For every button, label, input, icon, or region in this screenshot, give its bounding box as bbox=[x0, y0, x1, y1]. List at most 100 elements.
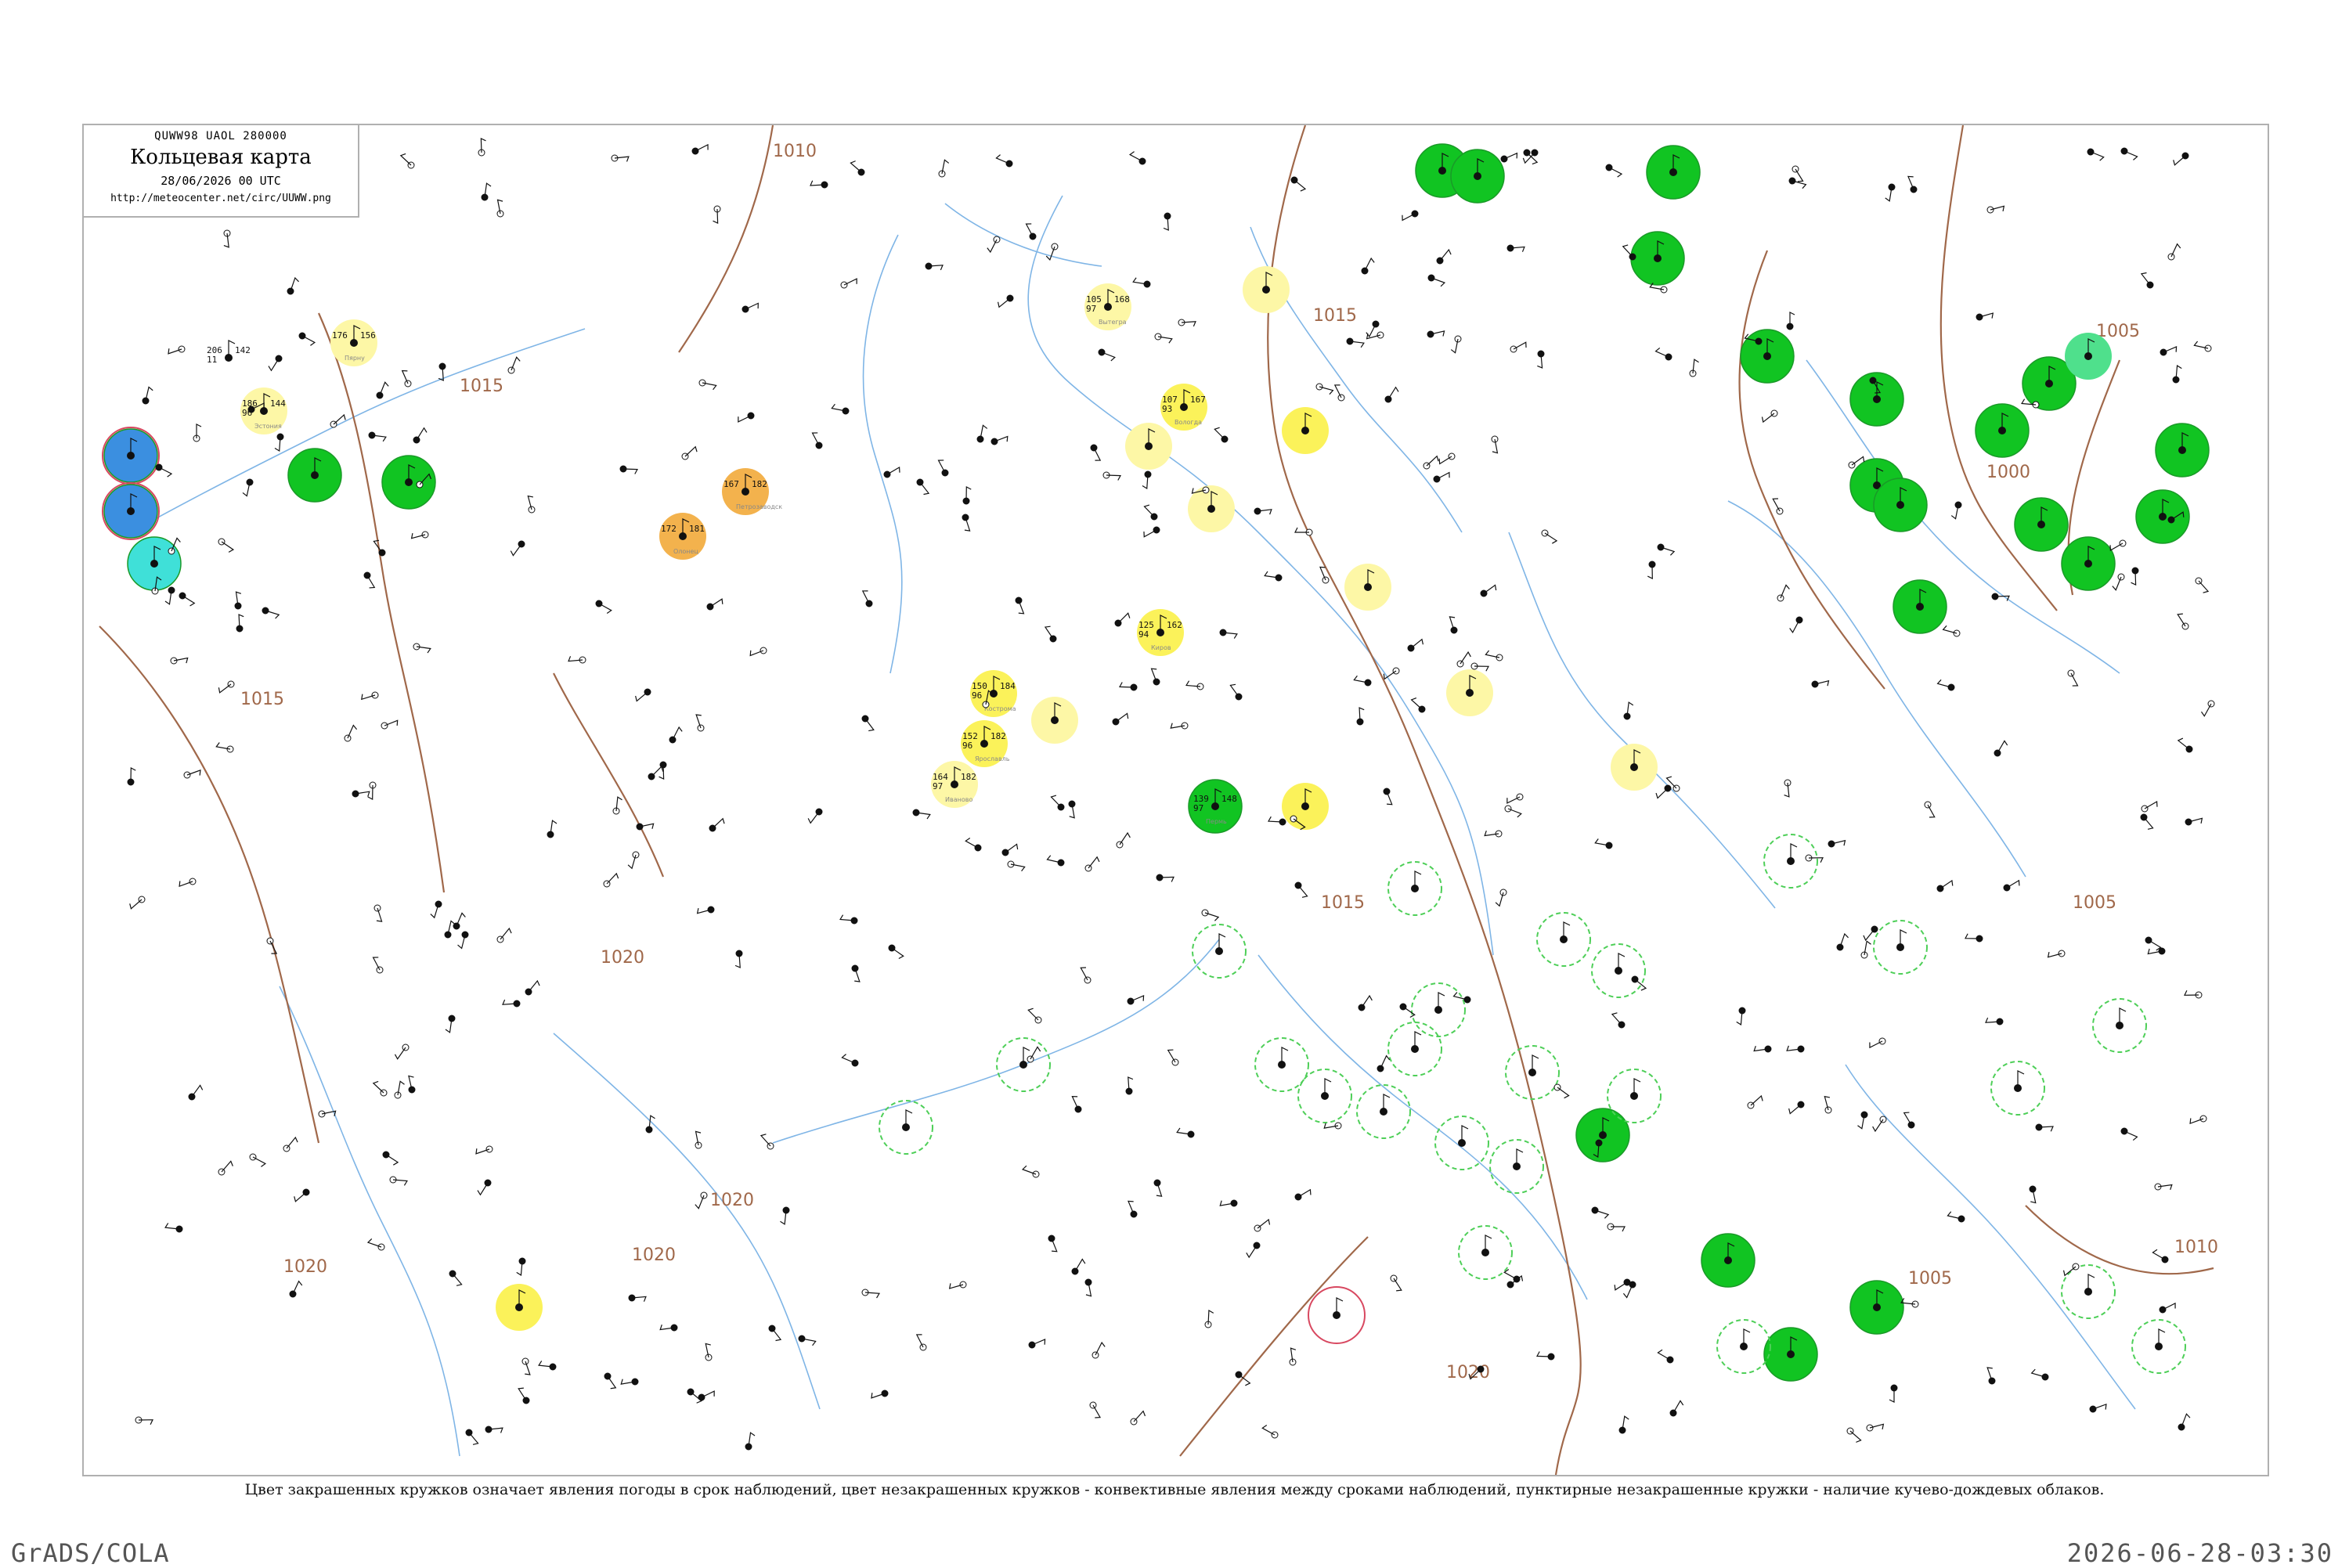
minor-station[interactable] bbox=[1857, 1111, 1868, 1130]
minor-station[interactable] bbox=[1028, 1339, 1047, 1350]
minor-station[interactable] bbox=[1436, 248, 1452, 265]
minor-station[interactable] bbox=[1407, 638, 1425, 652]
station-model[interactable]: 15296182Ярославль bbox=[961, 720, 1010, 767]
minor-station[interactable] bbox=[1084, 856, 1101, 872]
minor-station[interactable] bbox=[373, 539, 386, 557]
minor-station[interactable] bbox=[1836, 932, 1849, 951]
minor-station[interactable] bbox=[465, 1429, 479, 1447]
minor-station[interactable] bbox=[780, 1206, 790, 1225]
station-model[interactable] bbox=[879, 1100, 933, 1155]
minor-station[interactable] bbox=[841, 1053, 859, 1067]
minor-station[interactable] bbox=[401, 369, 413, 387]
minor-station[interactable] bbox=[1777, 584, 1791, 602]
minor-station[interactable] bbox=[234, 591, 243, 610]
minor-station[interactable] bbox=[1657, 543, 1676, 556]
minor-station[interactable] bbox=[1510, 341, 1528, 353]
minor-station[interactable] bbox=[1772, 496, 1784, 515]
station-model[interactable] bbox=[1434, 1116, 1489, 1170]
minor-station[interactable] bbox=[1128, 150, 1146, 165]
minor-station[interactable] bbox=[810, 180, 828, 189]
minor-station[interactable] bbox=[2108, 539, 2127, 552]
minor-station[interactable] bbox=[1433, 471, 1452, 484]
minor-station[interactable] bbox=[283, 1136, 299, 1152]
minor-station[interactable] bbox=[976, 424, 988, 443]
minor-station[interactable] bbox=[1452, 992, 1471, 1004]
minor-station[interactable] bbox=[1936, 879, 1954, 892]
minor-station[interactable] bbox=[798, 1335, 817, 1346]
station-model[interactable] bbox=[1489, 1139, 1544, 1194]
minor-station[interactable] bbox=[1553, 1083, 1570, 1099]
minor-station[interactable] bbox=[1130, 1410, 1147, 1426]
minor-station[interactable] bbox=[1753, 1044, 1772, 1053]
minor-station[interactable] bbox=[1788, 177, 1807, 189]
minor-station[interactable] bbox=[367, 781, 377, 800]
station-model[interactable] bbox=[2065, 333, 2112, 380]
station-model[interactable] bbox=[287, 448, 342, 503]
minor-station[interactable] bbox=[636, 823, 655, 831]
minor-station[interactable] bbox=[2030, 1368, 2049, 1381]
minor-station[interactable] bbox=[736, 412, 755, 423]
minor-station[interactable] bbox=[1786, 312, 1795, 330]
minor-station[interactable] bbox=[128, 896, 146, 910]
minor-station[interactable] bbox=[1456, 651, 1472, 668]
station-model[interactable] bbox=[2155, 423, 2210, 478]
minor-station[interactable] bbox=[2193, 341, 2212, 352]
minor-station[interactable] bbox=[1786, 1044, 1805, 1053]
minor-station[interactable] bbox=[1353, 675, 1372, 687]
station-model[interactable] bbox=[2131, 1319, 2186, 1374]
minor-station[interactable] bbox=[681, 445, 698, 460]
minor-station[interactable] bbox=[410, 530, 429, 539]
minor-station[interactable] bbox=[961, 514, 971, 532]
station-model[interactable] bbox=[1254, 1037, 1309, 1092]
station-model[interactable] bbox=[1611, 744, 1658, 791]
minor-station[interactable] bbox=[525, 979, 541, 996]
station-model[interactable] bbox=[1849, 1280, 1904, 1335]
minor-station[interactable] bbox=[413, 643, 431, 654]
station-model[interactable] bbox=[2014, 497, 2069, 552]
minor-station[interactable] bbox=[1167, 1047, 1179, 1066]
minor-station[interactable] bbox=[1490, 435, 1499, 454]
minor-station[interactable] bbox=[267, 355, 283, 372]
minor-station[interactable] bbox=[2145, 936, 2162, 951]
minor-station[interactable] bbox=[1027, 1007, 1042, 1024]
minor-station[interactable] bbox=[1384, 386, 1400, 403]
station-model[interactable]: 16497182Иваново bbox=[931, 761, 978, 808]
minor-station[interactable] bbox=[444, 920, 456, 939]
minor-station[interactable] bbox=[1485, 650, 1503, 661]
minor-station[interactable] bbox=[850, 160, 865, 176]
minor-station[interactable] bbox=[1654, 347, 1672, 361]
minor-station[interactable] bbox=[627, 851, 640, 870]
minor-station[interactable] bbox=[628, 1294, 647, 1303]
minor-station[interactable] bbox=[1500, 152, 1519, 164]
minor-station[interactable] bbox=[1647, 561, 1656, 579]
station-model[interactable] bbox=[1387, 861, 1442, 916]
minor-station[interactable] bbox=[1985, 1017, 2004, 1026]
minor-station[interactable] bbox=[1127, 995, 1146, 1006]
minor-station[interactable] bbox=[1480, 584, 1498, 597]
minor-station[interactable] bbox=[1828, 839, 1846, 849]
minor-station[interactable] bbox=[1219, 1199, 1238, 1207]
minor-station[interactable] bbox=[287, 276, 300, 295]
minor-station[interactable] bbox=[518, 1386, 530, 1404]
station-model[interactable]: 10597168Вытегра bbox=[1084, 283, 1131, 330]
minor-station[interactable] bbox=[749, 646, 767, 657]
minor-station[interactable] bbox=[366, 1238, 385, 1251]
station-model[interactable] bbox=[2092, 998, 2147, 1053]
minor-station[interactable] bbox=[659, 1323, 678, 1332]
minor-station[interactable] bbox=[1021, 1165, 1040, 1178]
minor-station[interactable] bbox=[695, 1191, 708, 1209]
minor-station[interactable] bbox=[620, 1377, 639, 1386]
minor-station[interactable] bbox=[996, 294, 1014, 308]
station-model[interactable]: 12594162Киров bbox=[1137, 609, 1184, 656]
minor-station[interactable] bbox=[474, 1144, 493, 1155]
minor-station[interactable] bbox=[1254, 1218, 1272, 1232]
minor-station[interactable] bbox=[1450, 335, 1462, 354]
station-model[interactable] bbox=[1282, 783, 1329, 830]
minor-station[interactable] bbox=[669, 726, 684, 744]
minor-station[interactable] bbox=[611, 154, 630, 163]
minor-station[interactable] bbox=[496, 199, 505, 218]
minor-station[interactable] bbox=[1153, 1179, 1163, 1198]
station-model[interactable] bbox=[1450, 149, 1505, 204]
station-model[interactable] bbox=[127, 536, 182, 591]
minor-station[interactable] bbox=[1092, 1341, 1106, 1359]
